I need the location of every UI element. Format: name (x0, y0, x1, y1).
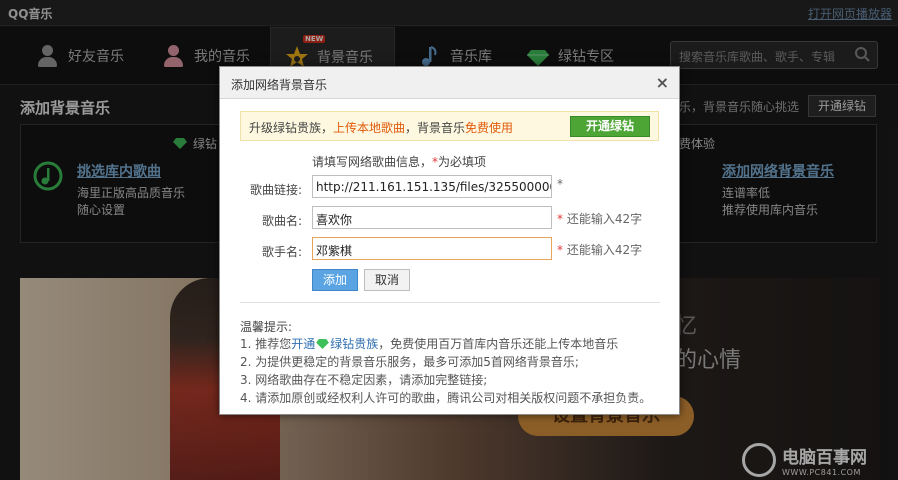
tip-4: 4. 请添加原创或经权利人许可的歌曲，腾讯公司对相关版权问题不承担负责。 (240, 391, 652, 405)
song-link-label: 歌曲链接: (250, 183, 303, 197)
singer-name-note: * 还能输入42字 (557, 243, 643, 257)
tips-title: 温馨提示: (240, 320, 293, 334)
form-hint: 请填写网络歌曲信息，*为必填项 (312, 155, 487, 169)
song-name-input[interactable]: 喜欢你 (312, 206, 552, 229)
upgrade-message: 升级绿钻贵族，上传本地歌曲，背景音乐免费使用 (249, 121, 514, 135)
singer-name-label: 歌手名: (262, 245, 303, 259)
divider (240, 302, 660, 303)
tip-3: 3. 网络歌曲存在不稳定因素，请添加完整链接; (240, 373, 488, 387)
tip-2: 2. 为提供更稳定的背景音乐服务，最多可添加5首网络背景音乐; (240, 355, 579, 369)
dialog-title: 添加网络背景音乐 (231, 78, 328, 92)
singer-name-input[interactable]: 邓紫棋 (312, 237, 552, 260)
upgrade-banner: 升级绿钻贵族，上传本地歌曲，背景音乐免费使用 开通绿钻 (240, 111, 659, 141)
cancel-button[interactable]: 取消 (364, 269, 410, 291)
dialog-header: 添加网络背景音乐 × (220, 67, 679, 99)
add-network-music-dialog: 添加网络背景音乐 × 升级绿钻贵族，上传本地歌曲，背景音乐免费使用 开通绿钻 请… (219, 66, 680, 415)
green-vip-link[interactable]: 绿钻贵族 (330, 337, 378, 351)
close-icon[interactable]: × (656, 73, 669, 92)
add-button[interactable]: 添加 (312, 269, 358, 291)
song-name-label: 歌曲名: (262, 214, 303, 228)
song-name-note: * 还能输入42字 (557, 212, 643, 226)
song-link-input[interactable]: http://211.161.151.135/files/3255000001E (312, 175, 552, 198)
open-link[interactable]: 开通 (291, 337, 315, 351)
required-mark: * (557, 177, 563, 191)
open-green-diamond-button[interactable]: 开通绿钻 (570, 116, 650, 137)
tip-1: 1. 推荐您开通 绿钻贵族，免费使用百万首库内音乐还能上传本地音乐 (240, 337, 619, 351)
green-diamond-icon (316, 339, 330, 349)
